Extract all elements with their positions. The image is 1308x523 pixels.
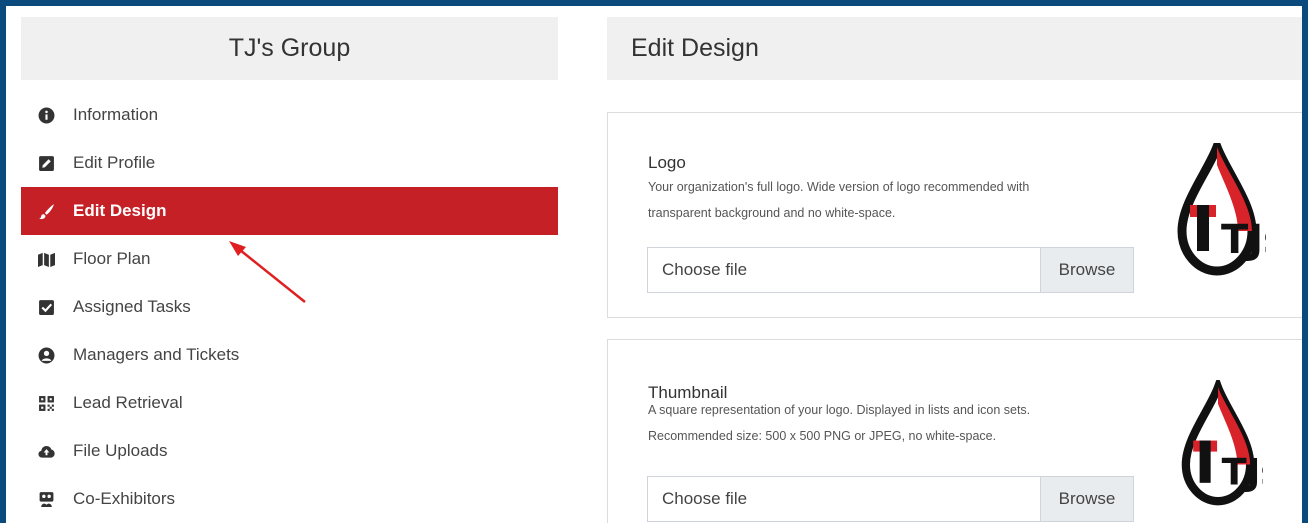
logo-browse-button[interactable]: Browse (1040, 248, 1133, 292)
sidebar-nav: Information Edit Profile Edit Design Flo… (21, 91, 558, 523)
edit-icon (37, 154, 55, 172)
logo-description-line: Your organization's full logo. Wide vers… (648, 180, 1030, 194)
sidebar-item-label: Edit Design (73, 201, 167, 220)
check-square-icon (37, 298, 55, 316)
thumbnail-file-input[interactable]: Choose file Browse (647, 476, 1134, 522)
thumbnail-description-line: A square representation of your logo. Di… (648, 403, 1031, 417)
sidebar-item-edit-design[interactable]: Edit Design (21, 187, 558, 235)
logo-description: Your organization's full logo. Wide vers… (648, 174, 1118, 226)
thumbnail-file-placeholder[interactable]: Choose file (648, 477, 1040, 521)
page-title: Edit Design (607, 17, 1308, 80)
thumbnail-card: Thumbnail A square representation of you… (607, 339, 1308, 523)
sidebar-title: TJ's Group (21, 17, 558, 80)
sidebar-item-label: Assigned Tasks (73, 297, 191, 316)
sidebar-item-label: Information (73, 105, 159, 124)
logo-lettering: TJs (1221, 217, 1266, 263)
user-circle-icon (37, 346, 55, 364)
sidebar-item-co-exhibitors[interactable]: Co-Exhibitors (21, 475, 558, 523)
sidebar-item-file-uploads[interactable]: File Uploads (21, 427, 558, 475)
info-circle-icon (37, 106, 55, 124)
sidebar-item-label: Floor Plan (73, 249, 151, 268)
logo-file-input[interactable]: Choose file Browse (647, 247, 1134, 293)
sidebar-item-label: Edit Profile (73, 153, 156, 172)
users-icon (37, 490, 55, 508)
sidebar: TJ's Group Information Edit Profile Edit… (21, 17, 558, 523)
paint-brush-icon (37, 202, 55, 220)
logo-description-line: transparent background and no white-spac… (648, 206, 896, 220)
logo-title: Logo (648, 153, 686, 172)
sidebar-item-label: Lead Retrieval (73, 393, 183, 412)
sidebar-item-managers-and-tickets[interactable]: Managers and Tickets (21, 331, 558, 379)
thumbnail-description-line: Recommended size: 500 x 500 PNG or JPEG,… (648, 429, 997, 443)
sidebar-item-assigned-tasks[interactable]: Assigned Tasks (21, 283, 558, 331)
tjs-thumbnail-image: TJs (1181, 380, 1263, 506)
tjs-logo-image: TJs (1177, 143, 1266, 276)
cloud-upload-icon (37, 442, 55, 460)
qrcode-icon (37, 394, 55, 412)
sidebar-item-label: Managers and Tickets (73, 345, 240, 364)
thumbnail-description: A square representation of your logo. Di… (648, 397, 1118, 449)
sidebar-item-information[interactable]: Information (21, 91, 558, 139)
logo-card: Logo Your organization's full logo. Wide… (607, 112, 1308, 318)
thumbnail-browse-button[interactable]: Browse (1040, 477, 1133, 521)
logo-file-placeholder[interactable]: Choose file (648, 248, 1040, 292)
thumbnail-lettering: TJs (1222, 451, 1263, 494)
sidebar-item-edit-profile[interactable]: Edit Profile (21, 139, 558, 187)
sidebar-item-floor-plan[interactable]: Floor Plan (21, 235, 558, 283)
map-icon (37, 250, 55, 268)
sidebar-item-lead-retrieval[interactable]: Lead Retrieval (21, 379, 558, 427)
main-panel: Edit Design Logo Your organization's ful… (607, 17, 1308, 523)
sidebar-item-label: File Uploads (73, 441, 168, 460)
sidebar-item-label: Co-Exhibitors (73, 489, 176, 508)
